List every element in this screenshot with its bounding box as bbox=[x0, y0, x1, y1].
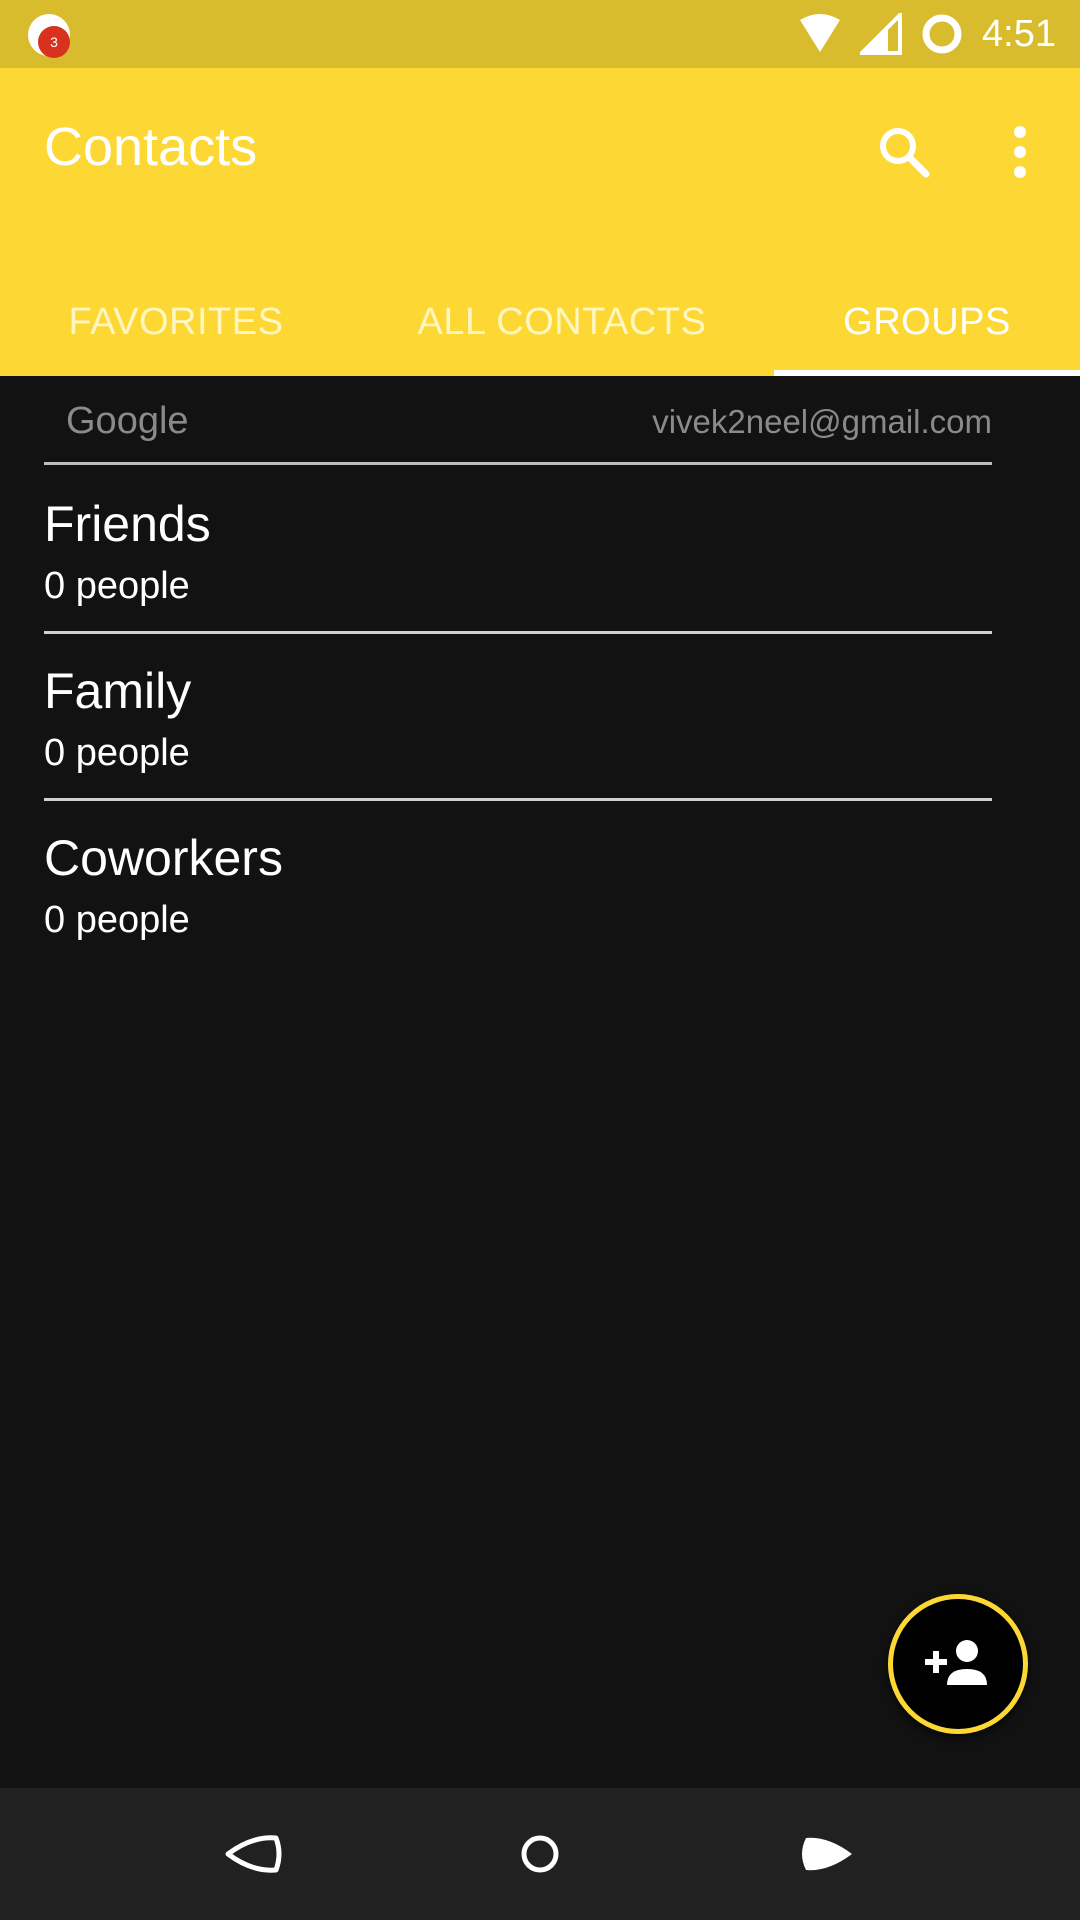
notification-badge: 3 bbox=[38, 26, 70, 58]
sync-icon bbox=[920, 12, 964, 56]
account-header: Google vivek2neel@gmail.com bbox=[44, 376, 992, 465]
wifi-icon bbox=[798, 12, 842, 56]
status-bar: 3 4:51 bbox=[0, 0, 1080, 68]
account-email: vivek2neel@gmail.com bbox=[652, 403, 992, 440]
status-time: 4:51 bbox=[982, 12, 1056, 55]
group-name: Family bbox=[44, 663, 192, 719]
status-icons: 4:51 bbox=[798, 0, 1056, 68]
add-person-icon bbox=[925, 1640, 987, 1685]
recents-icon bbox=[802, 1837, 852, 1871]
more-options-button[interactable] bbox=[988, 120, 1052, 184]
group-member-count: 0 people bbox=[44, 732, 190, 774]
signal-icon bbox=[860, 13, 903, 55]
search-icon bbox=[880, 128, 930, 178]
tab-all-contacts[interactable]: ALL CONTACTS bbox=[352, 268, 772, 376]
tab-groups[interactable]: GROUPS bbox=[774, 268, 1080, 376]
recents-button[interactable] bbox=[790, 1818, 862, 1890]
back-icon bbox=[225, 1835, 282, 1873]
group-name: Friends bbox=[44, 496, 211, 552]
group-item-friends[interactable]: Friends 0 people bbox=[44, 467, 992, 634]
search-button[interactable] bbox=[872, 120, 936, 184]
back-button[interactable] bbox=[218, 1818, 290, 1890]
more-vert-icon bbox=[1014, 126, 1026, 178]
home-icon bbox=[521, 1835, 559, 1873]
group-item-coworkers[interactable]: Coworkers 0 people bbox=[44, 801, 992, 965]
tab-bar: FAVORITES ALL CONTACTS GROUPS bbox=[0, 268, 1080, 376]
tab-favorites[interactable]: FAVORITES bbox=[0, 268, 352, 376]
app-bar: Contacts FAVORITES ALL CONTACTS GROUPS bbox=[0, 68, 1080, 376]
group-name: Coworkers bbox=[44, 830, 283, 886]
app-title: Contacts bbox=[44, 117, 258, 177]
home-button[interactable] bbox=[504, 1818, 576, 1890]
group-member-count: 0 people bbox=[44, 565, 190, 607]
contacts-screen: 3 4:51 Contacts FAVORITES ALL CONTACTS G… bbox=[0, 0, 1080, 1920]
navigation-bar bbox=[0, 1788, 1080, 1920]
group-item-family[interactable]: Family 0 people bbox=[44, 634, 992, 801]
account-type: Google bbox=[66, 400, 189, 442]
group-member-count: 0 people bbox=[44, 899, 190, 941]
add-group-fab[interactable] bbox=[888, 1594, 1028, 1734]
